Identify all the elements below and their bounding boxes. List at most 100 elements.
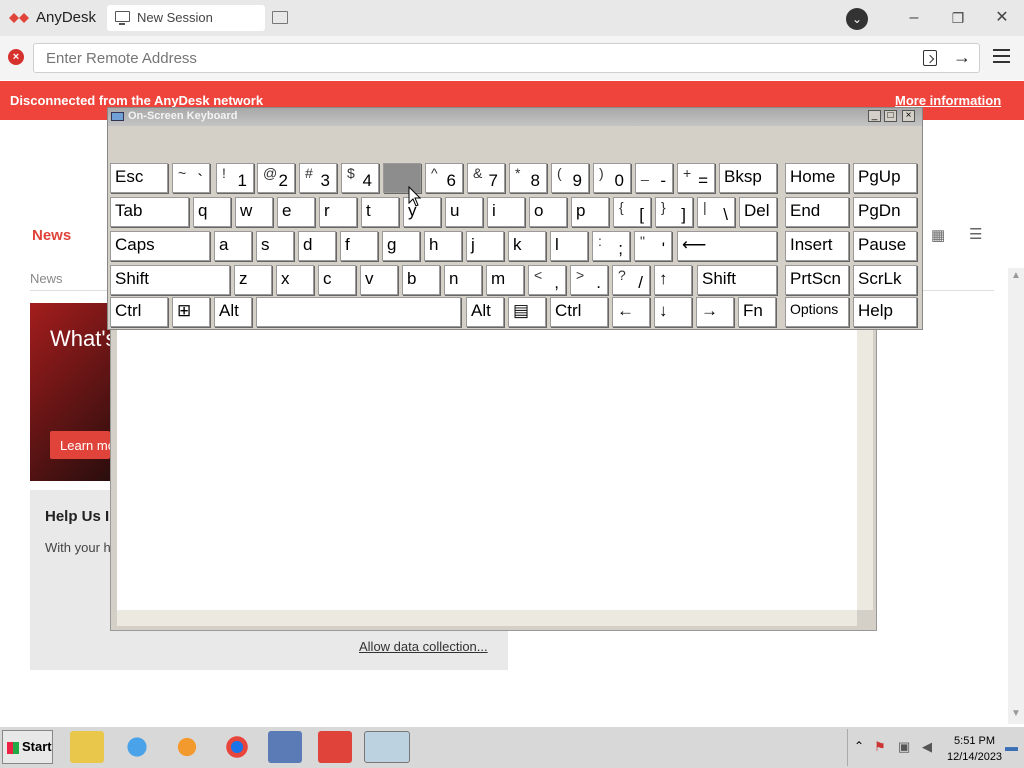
key-0[interactable]: ) 0 — [593, 163, 631, 193]
remote-address-input[interactable] — [33, 43, 980, 73]
list-view-icon[interactable]: ☰ — [969, 225, 982, 243]
key-c[interactable]: c — [318, 265, 356, 295]
key-sym0-12[interactable]: _ - — [635, 163, 673, 193]
key-n[interactable]: n — [444, 265, 482, 295]
key-v[interactable]: v — [360, 265, 398, 295]
key-esc[interactable]: Esc — [110, 163, 168, 193]
key-e[interactable]: e — [277, 197, 315, 227]
key-k[interactable]: k — [508, 231, 546, 261]
key-l[interactable]: l — [550, 231, 588, 261]
key-sym3-10[interactable]: ? / — [612, 265, 650, 295]
start-button[interactable]: Start — [2, 730, 53, 764]
key-prtscn[interactable]: PrtScn — [785, 265, 849, 295]
horizontal-scrollbar[interactable] — [117, 610, 857, 626]
key-sym4-1[interactable]: ⊞ — [172, 297, 210, 327]
key-ctrl[interactable]: Ctrl — [550, 297, 608, 327]
security-alert-icon[interactable]: ⚑ — [874, 739, 886, 755]
key-7[interactable]: & 7 — [467, 163, 505, 193]
key-t[interactable]: t — [361, 197, 399, 227]
vertical-scrollbar[interactable] — [857, 330, 873, 610]
key-sym4-9[interactable]: → — [696, 297, 734, 327]
key-h[interactable]: h — [424, 231, 462, 261]
grid-view-icon[interactable]: ▦ — [931, 226, 945, 244]
key-tab[interactable]: Tab — [110, 197, 189, 227]
connect-arrow-icon[interactable]: → — [953, 47, 971, 68]
media-player-icon[interactable] — [170, 731, 204, 763]
key-home[interactable]: Home — [785, 163, 849, 193]
key-shift[interactable]: Shift — [697, 265, 777, 295]
key-fn[interactable]: Fn — [738, 297, 776, 327]
restore-button[interactable]: ❐ — [946, 8, 970, 28]
key-3[interactable]: #3 — [299, 163, 337, 193]
chrome-icon[interactable] — [220, 731, 254, 763]
close-button[interactable]: ✕ — [990, 8, 1014, 28]
key-b[interactable]: b — [402, 265, 440, 295]
key-u[interactable]: u — [445, 197, 483, 227]
anydesk-taskbar-icon[interactable] — [318, 731, 352, 763]
key-sym1-12[interactable]: }] — [655, 197, 693, 227]
key-sym0-1[interactable]: ~ ` — [172, 163, 210, 193]
key-sym4-5[interactable]: ▤ — [508, 297, 546, 327]
key-ctrl[interactable]: Ctrl — [110, 297, 168, 327]
key-i[interactable]: i — [487, 197, 525, 227]
key-1[interactable]: ! 1 — [216, 163, 254, 193]
osk-close-button[interactable]: × — [902, 110, 915, 122]
key-z[interactable]: z — [234, 265, 272, 295]
hamburger-menu-icon[interactable] — [993, 49, 1010, 63]
key-2[interactable]: @2 — [257, 163, 295, 193]
chevron-up-icon[interactable]: ⌃ — [854, 739, 864, 753]
key-r[interactable]: r — [319, 197, 357, 227]
key-4[interactable]: $4 — [341, 163, 379, 193]
key-options[interactable]: Options — [785, 297, 849, 327]
key-sym4-7[interactable]: ← — [612, 297, 650, 327]
key-9[interactable]: (9 — [551, 163, 589, 193]
key-6[interactable]: ^ 6 — [425, 163, 463, 193]
osk-minimize-button[interactable]: _ — [868, 110, 881, 122]
key-pgdn[interactable]: PgDn — [853, 197, 917, 227]
page-scrollbar[interactable]: ▲ ▼ — [1008, 268, 1024, 724]
key-g[interactable]: g — [382, 231, 420, 261]
key-sym2-12[interactable]: ⟵ — [677, 231, 777, 261]
key-8[interactable]: * 8 — [509, 163, 547, 193]
key-m[interactable]: m — [486, 265, 524, 295]
key-o[interactable]: o — [529, 197, 567, 227]
minimize-button[interactable]: – — [902, 8, 926, 28]
key-a[interactable]: a — [214, 231, 252, 261]
volume-icon[interactable]: ◀ — [922, 739, 932, 755]
new-tab-icon[interactable] — [272, 11, 288, 24]
internet-explorer-icon[interactable] — [120, 731, 154, 763]
key-sym4-8[interactable]: ↓ — [654, 297, 692, 327]
network-icon[interactable]: ▣ — [898, 739, 910, 755]
osk-maximize-button[interactable]: □ — [884, 110, 897, 122]
key-insert[interactable]: Insert — [785, 231, 849, 261]
tab-new-session[interactable]: New Session — [107, 5, 265, 31]
key-d[interactable]: d — [298, 231, 336, 261]
key-sym3-9[interactable]: >. — [570, 265, 608, 295]
key-p[interactable]: p — [571, 197, 609, 227]
key-sym1-11[interactable]: {[ — [613, 197, 651, 227]
explorer-icon[interactable] — [70, 731, 104, 763]
key-sym1-13[interactable]: | \ — [697, 197, 735, 227]
key-sym2-11[interactable]: " ' — [634, 231, 672, 261]
learn-more-button[interactable]: Learn more — [50, 431, 110, 459]
key-alt[interactable]: Alt — [214, 297, 252, 327]
news-subtab[interactable]: News — [30, 271, 63, 286]
key-scrlk[interactable]: ScrLk — [853, 265, 917, 295]
key-help[interactable]: Help — [853, 297, 917, 327]
file-transfer-icon[interactable] — [923, 50, 937, 66]
key-shift[interactable]: Shift — [110, 265, 230, 295]
show-desktop-icon[interactable]: ▬ — [1005, 739, 1018, 754]
clock[interactable]: 5:51 PM 12/14/2023 — [947, 733, 1002, 765]
key-f[interactable]: f — [340, 231, 378, 261]
on-screen-keyboard-taskbar-icon[interactable] — [364, 731, 410, 763]
key-end[interactable]: End — [785, 197, 849, 227]
key-q[interactable]: q — [193, 197, 231, 227]
key-s[interactable]: s — [256, 231, 294, 261]
key-sym3-8[interactable]: <, — [528, 265, 566, 295]
key-pgup[interactable]: PgUp — [853, 163, 917, 193]
key-caps[interactable]: Caps — [110, 231, 210, 261]
account-icon[interactable]: ⌄ — [846, 8, 868, 30]
key-sym3-11[interactable]: ↑ — [654, 265, 692, 295]
key-x[interactable]: x — [276, 265, 314, 295]
allow-data-collection-link[interactable]: Allow data collection... — [359, 639, 488, 654]
